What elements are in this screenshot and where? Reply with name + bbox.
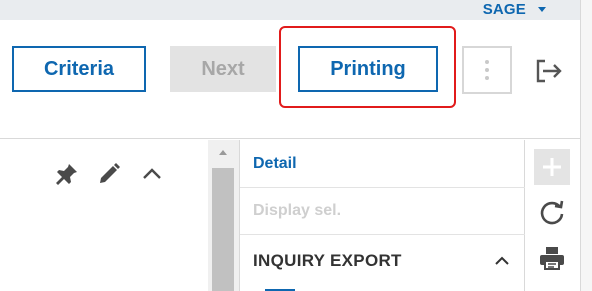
clipped-menu-item — [253, 286, 313, 291]
caret-down-icon — [538, 6, 546, 12]
plus-icon — [543, 158, 561, 176]
pencil-icon[interactable] — [97, 162, 121, 186]
section-title: INQUIRY EXPORT — [253, 250, 402, 270]
criteria-button[interactable]: Criteria — [12, 46, 146, 92]
print-icon[interactable] — [538, 244, 566, 272]
panel-scrollbar[interactable] — [208, 140, 240, 291]
chevron-up-icon[interactable] — [140, 162, 164, 186]
section-header-inquiry-export[interactable]: INQUIRY EXPORT — [240, 237, 525, 284]
scroll-thumb[interactable] — [212, 168, 234, 291]
left-panel — [0, 140, 208, 291]
actions-menu-panel: Detail Display sel. INQUIRY EXPORT — [240, 140, 525, 291]
add-button[interactable] — [534, 149, 570, 185]
action-toolbar: Criteria Next Printing — [0, 20, 580, 139]
refresh-icon[interactable] — [538, 198, 566, 226]
side-toolbar — [526, 140, 580, 291]
more-vertical-icon — [485, 60, 489, 64]
chevron-up-icon[interactable] — [493, 252, 511, 270]
page-scrollbar[interactable] — [580, 0, 592, 291]
scroll-up-icon[interactable] — [219, 150, 227, 155]
user-bar: SAGE — [0, 0, 580, 20]
menu-item-display-selection[interactable]: Display sel. — [240, 188, 525, 235]
next-button[interactable]: Next — [170, 46, 276, 92]
exit-icon[interactable] — [534, 58, 564, 84]
user-name: SAGE — [482, 0, 526, 18]
pin-icon[interactable] — [55, 162, 79, 186]
user-menu-button[interactable]: SAGE — [483, 0, 546, 18]
printing-button[interactable]: Printing — [298, 46, 438, 92]
menu-item-detail[interactable]: Detail — [240, 141, 525, 188]
more-actions-button[interactable] — [462, 46, 512, 94]
